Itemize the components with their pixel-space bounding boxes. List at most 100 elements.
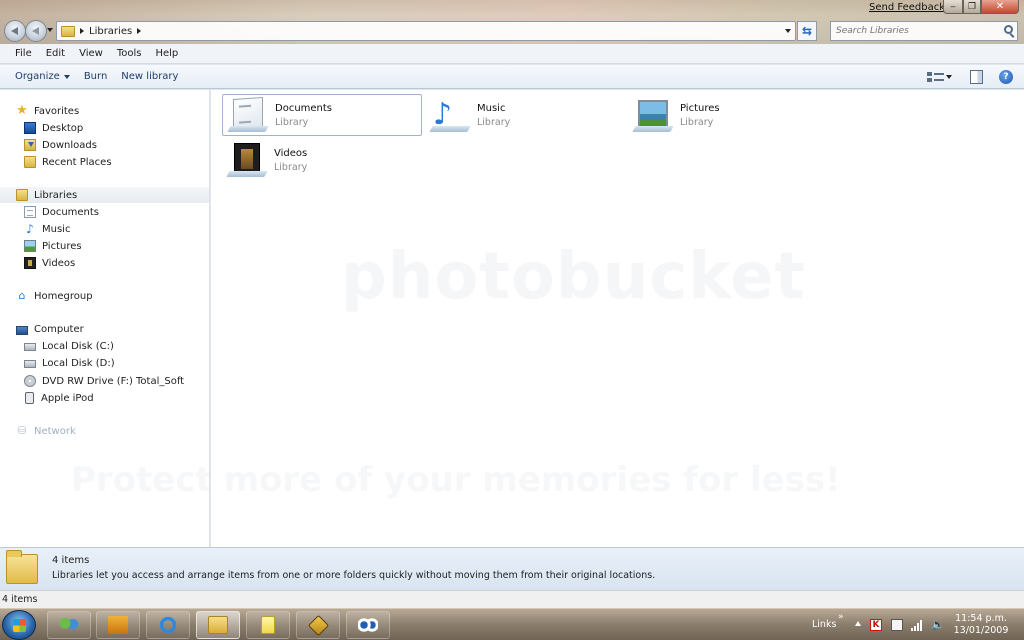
- documents-library-icon: [227, 96, 269, 132]
- change-view-icon[interactable]: [927, 70, 945, 84]
- nav-item-label: Recent Places: [42, 156, 112, 168]
- antivirus-icon[interactable]: K: [870, 619, 882, 631]
- links-toolbar[interactable]: Links: [812, 619, 836, 630]
- nav-item-label: DVD RW Drive (F:) Total_Soft: [42, 375, 185, 387]
- nav-item-downloads[interactable]: Downloads: [24, 139, 97, 151]
- nav-item-label: Music: [42, 223, 71, 235]
- explorer-folder-icon: [208, 616, 228, 634]
- menu-tools[interactable]: Tools: [110, 48, 149, 59]
- help-icon[interactable]: ?: [999, 70, 1013, 84]
- address-dropdown-icon[interactable]: [785, 29, 791, 33]
- nav-item-recent-places[interactable]: Recent Places: [24, 156, 112, 168]
- nav-item-desktop[interactable]: Desktop: [24, 122, 83, 134]
- nav-item-pictures[interactable]: Pictures: [24, 240, 82, 252]
- menu-file[interactable]: File: [8, 48, 39, 59]
- menu-help[interactable]: Help: [148, 48, 185, 59]
- file-list: photobucket Protect more of your memorie…: [71, 90, 1024, 547]
- contacts-icon: [59, 616, 79, 634]
- nav-item-local-disk-c[interactable]: Local Disk (C:): [24, 341, 114, 352]
- pictures-icon: [24, 240, 36, 252]
- details-pane: 4 items Libraries let you access and arr…: [0, 547, 1024, 590]
- music-library-icon: ♪: [429, 98, 471, 132]
- library-music[interactable]: ♪ Music Library: [425, 94, 625, 136]
- search-input[interactable]: [836, 26, 1001, 36]
- taskbar-media-player[interactable]: [96, 611, 140, 639]
- start-button[interactable]: [2, 610, 36, 640]
- refresh-button[interactable]: ⇆: [797, 21, 817, 41]
- nav-favorites[interactable]: ★ Favorites: [16, 104, 80, 117]
- nav-item-label: Local Disk (D:): [42, 358, 115, 369]
- nav-item-dvd-drive[interactable]: DVD RW Drive (F:) Total_Soft: [24, 375, 184, 387]
- ipod-icon: [25, 392, 34, 404]
- organize-button[interactable]: Organize: [8, 71, 77, 82]
- library-pictures[interactable]: Pictures Library: [628, 94, 828, 136]
- organize-label: Organize: [15, 71, 60, 82]
- recent-pages-chevron-icon[interactable]: [47, 28, 53, 32]
- breadcrumb-separator-icon[interactable]: [137, 28, 142, 34]
- keyboard-icon[interactable]: [891, 619, 903, 631]
- watermark-tagline: Protect more of your memories for less!: [71, 460, 841, 500]
- sticky-notes-icon: [261, 616, 275, 634]
- library-type: Library: [680, 116, 714, 128]
- clock[interactable]: 11:54 p.m. 13/01/2009: [950, 613, 1012, 637]
- homegroup-icon: ⌂: [18, 289, 26, 302]
- media-player-icon: [108, 616, 128, 634]
- libraries-icon: [61, 25, 75, 37]
- library-videos[interactable]: Videos Library: [222, 139, 422, 181]
- nav-item-documents[interactable]: Documents: [24, 206, 99, 218]
- links-chevron-icon[interactable]: »: [838, 612, 844, 622]
- search-icon[interactable]: [1004, 25, 1013, 34]
- menu-edit[interactable]: Edit: [39, 48, 72, 59]
- nav-item-label: Videos: [42, 257, 76, 269]
- hard-disk-icon: [24, 342, 36, 351]
- taskbar-sticky-notes[interactable]: [246, 611, 290, 639]
- back-button[interactable]: [4, 20, 26, 42]
- burn-button[interactable]: Burn: [77, 71, 114, 82]
- library-documents[interactable]: Documents Library: [222, 94, 422, 136]
- details-description: Libraries let you access and arrange ite…: [52, 570, 656, 581]
- nav-favorites-label: Favorites: [34, 105, 80, 117]
- clock-time: 11:54 p.m.: [955, 613, 1007, 624]
- breadcrumb-separator-icon[interactable]: [80, 28, 84, 34]
- volume-icon[interactable]: 🔈: [931, 619, 945, 631]
- network-signal-icon[interactable]: [911, 619, 923, 631]
- details-item-count: 4 items: [52, 555, 90, 566]
- nav-item-videos[interactable]: Videos: [24, 257, 75, 269]
- close-button[interactable]: ✕: [981, 0, 1019, 14]
- menu-bar: File Edit View Tools Help: [0, 44, 1024, 64]
- taskbar-windows-explorer[interactable]: [196, 611, 240, 639]
- chevron-down-icon: [63, 74, 70, 79]
- library-name: Videos: [274, 147, 308, 159]
- new-library-button[interactable]: New library: [114, 71, 185, 82]
- taskbar-internet-explorer[interactable]: [146, 611, 190, 639]
- minimize-button[interactable]: ‒: [943, 0, 963, 14]
- address-bar[interactable]: Libraries: [56, 21, 796, 41]
- nav-item-local-disk-d[interactable]: Local Disk (D:): [24, 358, 115, 369]
- taskbar-application[interactable]: [296, 611, 340, 639]
- nav-homegroup[interactable]: ⌂ Homegroup: [16, 290, 93, 302]
- nav-computer[interactable]: Computer: [16, 324, 84, 335]
- taskbar-eyes-app[interactable]: [346, 611, 390, 639]
- hard-disk-icon: [24, 359, 36, 368]
- forward-button[interactable]: [25, 20, 47, 42]
- network-icon: ⛁: [17, 424, 27, 437]
- nav-network[interactable]: ⛁ Network: [16, 424, 75, 437]
- library-name: Documents: [275, 102, 333, 114]
- search-box[interactable]: [830, 21, 1018, 41]
- taskbar-contacts[interactable]: [47, 611, 91, 639]
- nav-item-label: Local Disk (C:): [42, 341, 114, 352]
- library-type: Library: [274, 161, 308, 173]
- menu-view[interactable]: View: [72, 48, 110, 59]
- preview-pane-icon[interactable]: [970, 70, 983, 84]
- nav-item-music[interactable]: ♪ Music: [24, 223, 70, 235]
- maximize-button[interactable]: ❐: [963, 0, 981, 14]
- nav-libraries[interactable]: Libraries: [0, 187, 209, 203]
- application-icon: [307, 614, 329, 636]
- view-options-chevron-icon[interactable]: [946, 75, 952, 79]
- library-type: Library: [275, 116, 309, 128]
- nav-item-apple-ipod[interactable]: Apple iPod: [24, 392, 94, 404]
- show-hidden-icons-icon[interactable]: [855, 621, 861, 626]
- command-bar: Organize Burn New library: [0, 65, 1024, 89]
- breadcrumb-libraries[interactable]: Libraries: [89, 26, 132, 37]
- send-feedback-link[interactable]: Send Feedback: [869, 2, 945, 13]
